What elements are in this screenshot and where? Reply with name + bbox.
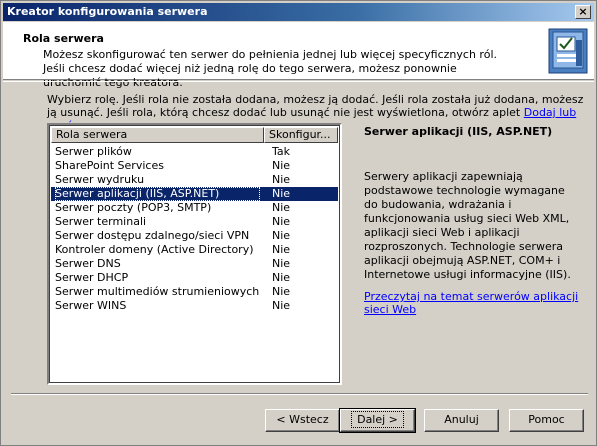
window-title: Kreator konfigurowania serwera [7, 5, 208, 18]
help-button[interactable]: Pomoc [509, 409, 584, 432]
cancel-button[interactable]: Anuluj [424, 409, 499, 432]
title-bar[interactable]: Kreator konfigurowania serwera × [3, 3, 594, 21]
role-details-title: Serwer aplikacji (IIS, ASP.NET) [364, 125, 553, 138]
wizard-window: Kreator konfigurowania serwera × Rola se… [0, 0, 597, 446]
role-status: Nie [272, 215, 291, 228]
role-status: Nie [272, 257, 291, 270]
close-button[interactable]: × [575, 5, 591, 19]
role-name: Serwer WINS [55, 299, 127, 312]
list-item[interactable]: Serwer DNS Nie [51, 257, 338, 271]
role-details-description: Serwery aplikacji zapewniają podstawowe … [364, 170, 571, 281]
role-status: Nie [272, 285, 291, 298]
list-item[interactable]: Serwer multimediów strumieniowych Nie [51, 285, 338, 299]
list-rows: Serwer plików Tak SharePoint Services Nie … [51, 145, 338, 313]
header-divider [3, 81, 594, 82]
read-about-app-servers-link[interactable]: Przeczytaj na temat serwerów aplikacji s… [364, 290, 579, 316]
wizard-header: Rola serwera Możesz skonfigurować ten se… [3, 22, 594, 89]
instructions-body: Wybierz rolę. Jeśli rola nie została dod… [47, 93, 584, 119]
server-config-icon [548, 28, 588, 74]
role-status: Tak [272, 145, 291, 158]
list-item[interactable]: Serwer plików Tak [51, 145, 338, 159]
role-status: Nie [272, 299, 291, 312]
server-roles-list[interactable]: Rola serwera Skonfigur... Serwer plików T… [47, 123, 342, 385]
role-details-panel: Serwer aplikacji (IIS, ASP.NET) Serwery … [364, 123, 579, 316]
page-description: Możesz skonfigurować ten serwer do pełni… [43, 48, 497, 89]
role-name: Serwer DNS [55, 257, 121, 270]
page-title: Rola serwera [23, 32, 104, 45]
role-name: Serwer plików [55, 145, 132, 158]
back-button[interactable]: < Wstecz [265, 409, 340, 432]
cancel-button-label: Anuluj [444, 413, 479, 426]
role-name: Kontroler domeny (Active Directory) [55, 243, 254, 256]
role-name: SharePoint Services [55, 159, 164, 172]
list-item[interactable]: Serwer dostępu zdalnego/sieci VPN Nie [51, 229, 338, 243]
help-button-label: Pomoc [528, 413, 565, 426]
role-status: Nie [272, 187, 291, 200]
list-item[interactable]: Kontroler domeny (Active Directory) Nie [51, 243, 338, 257]
role-name: Serwer terminali [55, 215, 147, 228]
role-name: Serwer wydruku [55, 173, 145, 186]
list-item[interactable]: Serwer wydruku Nie [51, 173, 338, 187]
column-header-role[interactable]: Rola serwera [51, 127, 264, 143]
role-status: Nie [272, 229, 291, 242]
list-header: Rola serwera Skonfigur... [51, 127, 338, 143]
list-item[interactable]: Serwer poczty (POP3, SMTP) Nie [51, 201, 338, 215]
role-status: Nie [272, 201, 291, 214]
role-name: Serwer poczty (POP3, SMTP) [55, 201, 212, 214]
column-header-configured[interactable]: Skonfigur... [264, 127, 338, 143]
next-button-label: Dalej > [351, 411, 404, 428]
list-item[interactable]: Serwer WINS Nie [51, 299, 338, 313]
list-item[interactable]: Serwer DHCP Nie [51, 271, 338, 285]
close-icon: × [578, 5, 588, 18]
role-status: Nie [272, 271, 291, 284]
role-name: Serwer aplikacji (IIS, ASP.NET) [55, 187, 260, 201]
list-item[interactable]: Serwer terminali Nie [51, 215, 338, 229]
footer-divider-highlight [11, 394, 588, 395]
role-name: Serwer dostępu zdalnego/sieci VPN [55, 229, 250, 242]
back-button-label: < Wstecz [276, 413, 329, 426]
role-status: Nie [272, 243, 291, 256]
role-status: Nie [272, 159, 291, 172]
role-name: Serwer DHCP [55, 271, 129, 284]
next-button[interactable]: Dalej > [339, 408, 416, 433]
role-name: Serwer multimediów strumieniowych [55, 285, 260, 298]
role-status: Nie [272, 173, 291, 186]
list-item-selected[interactable]: Serwer aplikacji (IIS, ASP.NET) Nie [51, 187, 338, 201]
list-item[interactable]: SharePoint Services Nie [51, 159, 338, 173]
